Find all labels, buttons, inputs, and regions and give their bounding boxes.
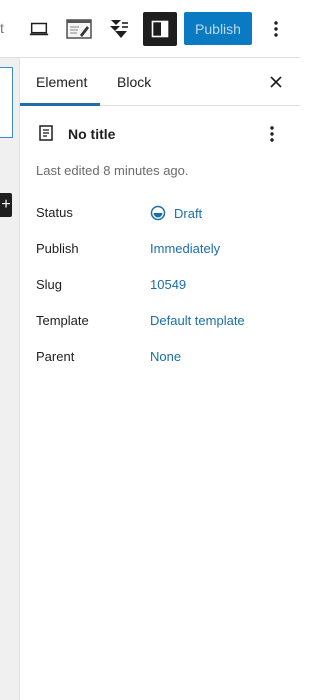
- settings-sidebar-button[interactable]: [143, 12, 177, 46]
- tab-block[interactable]: Block: [117, 58, 151, 106]
- desktop-preview-button[interactable]: [22, 12, 56, 46]
- block-inserter-button[interactable]: +: [0, 193, 12, 217]
- row-publish: Publish Immediately: [20, 237, 300, 273]
- row-label: Publish: [36, 241, 79, 256]
- selected-block[interactable]: [0, 67, 13, 138]
- active-tab-indicator: [20, 103, 100, 106]
- settings-sidebar-icon: [151, 20, 169, 38]
- row-label: Slug: [36, 277, 63, 292]
- close-sidebar-button[interactable]: [264, 70, 288, 94]
- more-vertical-icon: [274, 21, 278, 37]
- options-button[interactable]: [264, 14, 288, 44]
- more-vertical-icon: [270, 126, 274, 142]
- view-post-button[interactable]: [62, 12, 96, 46]
- post-settings-list: Status Draft Publish Immediately Slug 10…: [20, 201, 300, 381]
- editor-canvas[interactable]: +: [0, 58, 20, 700]
- publish-date-button[interactable]: Immediately: [150, 241, 220, 256]
- toolbar-partial-text: t: [0, 20, 4, 36]
- desktop-icon: [29, 22, 49, 36]
- document-title: No title: [68, 126, 116, 142]
- row-template: Template Default template: [20, 309, 300, 345]
- row-label: Status: [36, 205, 73, 220]
- preview-icon: [66, 19, 92, 39]
- status-value-button[interactable]: Draft: [150, 205, 202, 221]
- publish-button[interactable]: Publish: [184, 12, 252, 45]
- row-label: Template: [36, 313, 89, 328]
- settings-sidebar: Element Block No title Last edited 8 min…: [20, 58, 300, 700]
- row-label: Parent: [36, 349, 75, 364]
- slug-button[interactable]: 10549: [150, 277, 186, 292]
- sidebar-tabs: Element Block: [20, 58, 300, 106]
- row-slug: Slug 10549: [20, 273, 300, 309]
- template-button[interactable]: Default template: [150, 313, 245, 328]
- close-icon: [270, 76, 282, 88]
- row-parent: Parent None: [20, 345, 300, 381]
- plugin-button[interactable]: [102, 12, 136, 46]
- row-status: Status Draft: [20, 201, 300, 237]
- document-icon: [39, 125, 53, 141]
- tab-element[interactable]: Element: [36, 58, 87, 106]
- draft-status-icon: [150, 205, 166, 221]
- plugin-icon: [110, 20, 128, 38]
- last-edited-text: Last edited 8 minutes ago.: [36, 163, 189, 178]
- status-value-label: Draft: [174, 205, 203, 221]
- document-actions-button[interactable]: [260, 122, 284, 146]
- parent-button[interactable]: None: [150, 349, 181, 364]
- top-toolbar: t Publish: [0, 0, 300, 58]
